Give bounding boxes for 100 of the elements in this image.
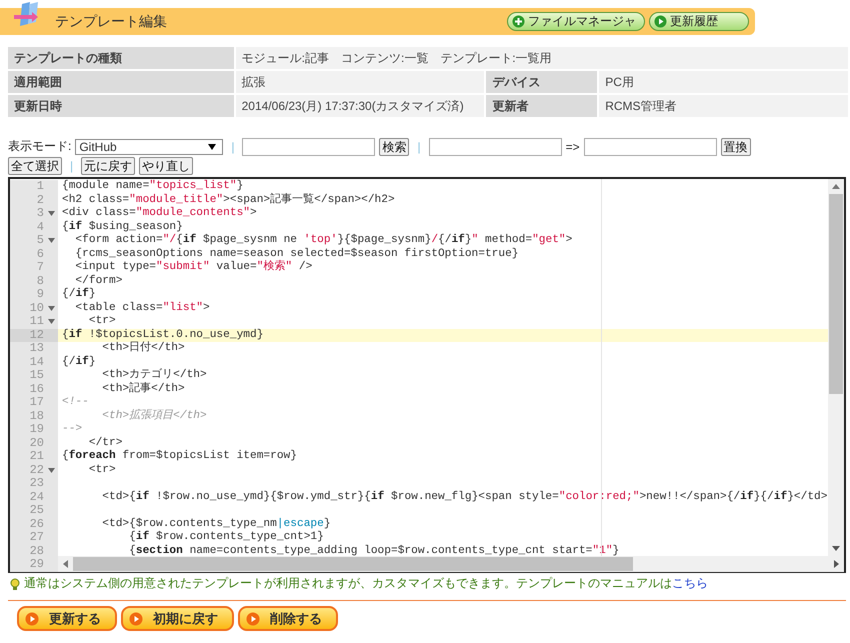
line-number: 11 xyxy=(30,315,44,328)
code-line: <tr> xyxy=(88,464,116,476)
page-title: テンプレート編集 xyxy=(55,12,167,30)
line-number: 14 xyxy=(30,356,44,369)
line-number: 19 xyxy=(30,423,44,436)
line-number: 17 xyxy=(30,396,44,410)
action-button[interactable]: 更新する xyxy=(17,606,117,631)
line-number: 5 xyxy=(36,234,44,248)
code-line: <form action="/{if $page_sysnm ne 'top'}{$page_sysnm}/{/if}" method="get"> xyxy=(74,234,572,246)
action-button[interactable]: 初期に戻す xyxy=(121,606,234,631)
line-number: 16 xyxy=(30,382,44,396)
toolbar-button[interactable]: 全て選択 xyxy=(8,156,62,174)
separator: | xyxy=(231,140,234,154)
lightbulb-icon xyxy=(8,576,22,590)
code-line: </tr> xyxy=(88,436,122,448)
code-editor[interactable] xyxy=(8,177,846,573)
plus-icon xyxy=(512,15,525,28)
code-line: {module name="topics_list"} xyxy=(62,180,244,192)
line-number: 13 xyxy=(30,342,44,356)
line-number: 12 xyxy=(30,328,44,342)
code-line: <input type="submit" value="検索" /> xyxy=(74,261,312,273)
info-label: デバイス xyxy=(486,71,598,93)
code-line: <th>記事</th> xyxy=(101,382,185,394)
mode-select[interactable]: GitHub xyxy=(75,138,224,154)
code-line: <th>カテゴリ</th> xyxy=(101,369,207,381)
scroll-thumb[interactable] xyxy=(829,194,843,394)
line-number: 26 xyxy=(30,518,44,531)
code-line: <div class="module_contents"> xyxy=(62,207,257,219)
fold-arrow-icon[interactable] xyxy=(48,319,54,324)
code-line: <th>日付</th> xyxy=(101,342,185,354)
header-button[interactable]: ファイルマネージャ xyxy=(507,12,645,31)
fold-arrow-icon[interactable] xyxy=(48,211,54,216)
code-line: {if !$topicsList.0.no_use_ymd} xyxy=(62,328,264,340)
toolbar-label: => xyxy=(566,140,580,154)
scroll-left-icon[interactable] xyxy=(63,560,68,568)
line-number: 28 xyxy=(30,544,44,558)
info-label: 適用範囲 xyxy=(8,71,234,93)
hint-text: 通常はシステム側の用意されたテンプレートが利用されますが、カスタマイズもできます。テンプレートのマニュアルは こちら xyxy=(24,575,708,592)
line-number: 4 xyxy=(36,220,44,234)
play-icon xyxy=(25,612,39,626)
code-line: {if $row.contents_type_cnt>1} xyxy=(128,531,324,543)
code-line: <tr> xyxy=(88,315,116,327)
horizontal-scrollbar[interactable] xyxy=(58,556,844,572)
code-line: {/if} xyxy=(62,288,96,300)
code-line: --> xyxy=(62,423,82,435)
text-field[interactable] xyxy=(584,138,717,156)
toolbar-label: 表示モード: xyxy=(8,138,72,155)
line-number: 10 xyxy=(30,302,44,315)
line-number: 25 xyxy=(30,504,44,518)
manual-link[interactable]: こちら xyxy=(672,576,708,590)
fold-arrow-icon[interactable] xyxy=(48,306,54,311)
line-number: 21 xyxy=(30,450,44,464)
separator: | xyxy=(417,140,421,154)
code-line: <th>拡張項目</th> xyxy=(101,410,207,422)
play-icon xyxy=(654,15,667,28)
code-line: {/if} xyxy=(62,356,96,368)
fold-arrow-icon[interactable] xyxy=(48,238,54,244)
scroll-thumb[interactable] xyxy=(73,557,633,571)
info-value: 拡張 xyxy=(236,71,484,93)
info-label: 更新日時 xyxy=(8,95,234,117)
play-icon xyxy=(129,612,143,626)
code-line: <table class="list"> xyxy=(74,302,210,314)
toolbar-button[interactable]: 元に戻す xyxy=(81,156,136,174)
dropdown-icon xyxy=(208,144,216,150)
vertical-scrollbar[interactable] xyxy=(828,179,844,556)
line-number: 7 xyxy=(36,261,44,274)
play-icon xyxy=(246,612,260,626)
line-number: 22 xyxy=(30,464,44,477)
info-value: PC用 xyxy=(599,71,848,93)
code-line: {rcms_seasonOptions name=season selected=$season firstOption=true} xyxy=(74,248,519,260)
scroll-down-icon[interactable] xyxy=(832,546,840,551)
line-number: 15 xyxy=(30,369,44,382)
line-number: 29 xyxy=(30,558,44,572)
line-number: 8 xyxy=(36,274,44,288)
info-value: RCMS管理者 xyxy=(599,95,848,117)
info-label: 更新者 xyxy=(486,95,598,117)
scroll-up-icon[interactable] xyxy=(832,184,840,189)
line-number: 23 xyxy=(30,477,44,490)
line-number: 6 xyxy=(36,248,44,261)
text-field[interactable] xyxy=(428,138,562,156)
toolbar-button[interactable]: 置換 xyxy=(720,138,751,156)
line-number: 24 xyxy=(30,490,44,504)
line-number: 3 xyxy=(36,207,44,220)
scroll-right-icon[interactable] xyxy=(834,560,839,568)
action-button[interactable]: 削除する xyxy=(238,606,338,631)
line-number: 9 xyxy=(36,288,44,302)
toolbar-button[interactable]: やり直し xyxy=(139,156,194,174)
fold-arrow-icon[interactable] xyxy=(48,468,54,473)
code-line: <td>{if !$row.no_use_ymd}{$row.ymd_str}{if $row.new_flg}<span style="color:red;">new!!</span>{/if}{/if}</td> xyxy=(101,490,828,502)
header-button[interactable]: 更新履歴 xyxy=(649,12,749,31)
line-number: 27 xyxy=(30,531,44,544)
code-line: {if $using_season} xyxy=(62,220,183,232)
code-line: </form> xyxy=(74,274,122,286)
line-number: 2 xyxy=(36,194,44,207)
line-number: 18 xyxy=(30,410,44,423)
code-line: <!-- xyxy=(62,396,89,408)
text-field[interactable] xyxy=(242,138,376,156)
info-value: 2014/06/23(月) 17:37:30(カスタマイズ済) xyxy=(236,95,484,117)
toolbar-button[interactable]: 検索 xyxy=(379,138,410,156)
separator: | xyxy=(70,158,74,172)
